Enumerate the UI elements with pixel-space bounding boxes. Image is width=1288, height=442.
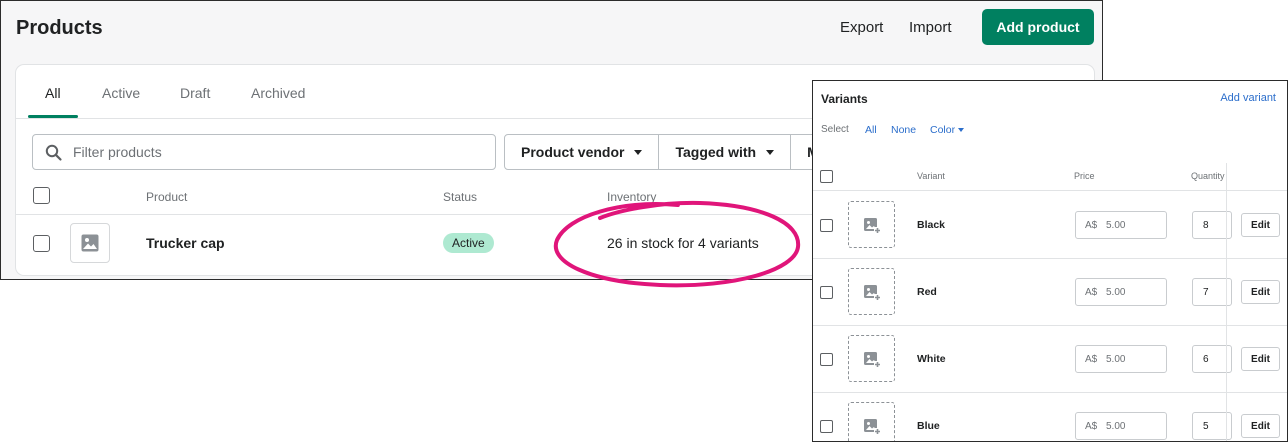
filter-buttons: Product vendor Tagged with Mo (504, 134, 845, 170)
variant-checkbox[interactable] (820, 420, 833, 433)
column-inventory: Inventory (607, 190, 657, 204)
tab-active[interactable]: Active (102, 85, 140, 101)
add-image-icon (863, 351, 881, 368)
variant-name: Black (917, 219, 946, 231)
add-image-icon (863, 418, 881, 435)
caret-down-icon (634, 149, 643, 155)
price-value: 5.00 (1106, 421, 1126, 432)
variant-row: White A$ 5.00 6 Edit (813, 326, 1287, 393)
edit-variant-button[interactable]: Edit (1241, 414, 1280, 438)
add-variant-image[interactable] (848, 201, 895, 248)
currency-prefix: A$ (1085, 220, 1098, 231)
inventory-text: 26 in stock for 4 variants (607, 235, 759, 251)
export-button[interactable]: Export (840, 19, 883, 36)
tagged-with-label: Tagged with (675, 144, 757, 160)
edit-variant-button[interactable]: Edit (1241, 213, 1280, 237)
page-title: Products (16, 17, 103, 39)
status-badge: Active (443, 233, 494, 253)
select-all-checkbox[interactable] (33, 187, 50, 204)
select-label: Select (821, 124, 849, 135)
variant-checkbox[interactable] (820, 286, 833, 299)
column-divider (1226, 163, 1227, 441)
currency-prefix: A$ (1085, 287, 1098, 298)
price-input[interactable]: A$ 5.00 (1075, 211, 1167, 239)
quantity-value: 5 (1203, 421, 1209, 432)
select-all-variants-checkbox[interactable] (820, 170, 833, 183)
variant-row: Red A$ 5.00 7 Edit (813, 259, 1287, 326)
add-variant-image[interactable] (848, 268, 895, 315)
add-variant-link[interactable]: Add variant (1220, 92, 1276, 104)
variants-title: Variants (821, 92, 868, 106)
column-status: Status (443, 190, 478, 204)
tab-archived[interactable]: Archived (251, 85, 305, 101)
variants-panel: Variants Add variant Select All None Col… (812, 80, 1288, 442)
select-all-link[interactable]: All (865, 124, 877, 136)
edit-variant-button[interactable]: Edit (1241, 347, 1280, 371)
column-quantity: Quantity (1191, 171, 1225, 181)
search-icon (45, 144, 62, 161)
price-value: 5.00 (1106, 220, 1126, 231)
product-vendor-label: Product vendor (521, 144, 625, 160)
variant-name: Red (917, 286, 937, 298)
price-input[interactable]: A$ 5.00 (1075, 278, 1167, 306)
caret-down-icon (766, 149, 775, 155)
variant-name: Blue (917, 420, 940, 432)
edit-variant-button[interactable]: Edit (1241, 280, 1280, 304)
quantity-value: 8 (1203, 220, 1209, 231)
price-value: 5.00 (1106, 354, 1126, 365)
product-thumbnail (70, 223, 110, 263)
add-variant-image[interactable] (848, 402, 895, 441)
quantity-value: 7 (1203, 287, 1209, 298)
price-input[interactable]: A$ 5.00 (1075, 412, 1167, 440)
variant-checkbox[interactable] (820, 219, 833, 232)
variants-table-header: Variant Price Quantity (813, 163, 1287, 191)
add-image-icon (863, 284, 881, 301)
row-checkbox[interactable] (33, 235, 50, 252)
select-color-dropdown[interactable]: Color (930, 124, 965, 136)
import-button[interactable]: Import (909, 19, 952, 36)
variant-checkbox[interactable] (820, 353, 833, 366)
quantity-value: 6 (1203, 354, 1209, 365)
filter-products-input[interactable] (73, 141, 473, 163)
price-value: 5.00 (1106, 287, 1126, 298)
currency-prefix: A$ (1085, 421, 1098, 432)
select-color-label: Color (930, 124, 956, 136)
tab-draft[interactable]: Draft (180, 85, 210, 101)
add-variant-image[interactable] (848, 335, 895, 382)
currency-prefix: A$ (1085, 354, 1098, 365)
select-none-link[interactable]: None (891, 124, 916, 136)
add-product-button[interactable]: Add product (982, 9, 1094, 45)
column-product: Product (146, 190, 188, 204)
product-vendor-filter[interactable]: Product vendor (504, 134, 660, 170)
tab-all[interactable]: All (45, 85, 61, 101)
active-tab-indicator (28, 115, 78, 118)
product-name-link[interactable]: Trucker cap (146, 235, 225, 251)
column-variant: Variant (917, 171, 945, 181)
variant-row: Blue A$ 5.00 5 Edit (813, 393, 1287, 441)
filter-products-field[interactable] (32, 134, 496, 170)
tagged-with-filter[interactable]: Tagged with (658, 134, 792, 170)
price-input[interactable]: A$ 5.00 (1075, 345, 1167, 373)
image-placeholder-icon (81, 234, 99, 252)
column-price: Price (1074, 171, 1095, 181)
variant-name: White (917, 353, 946, 365)
add-image-icon (863, 217, 881, 234)
variant-row: Black A$ 5.00 8 Edit (813, 192, 1287, 259)
caret-down-icon (958, 128, 965, 133)
